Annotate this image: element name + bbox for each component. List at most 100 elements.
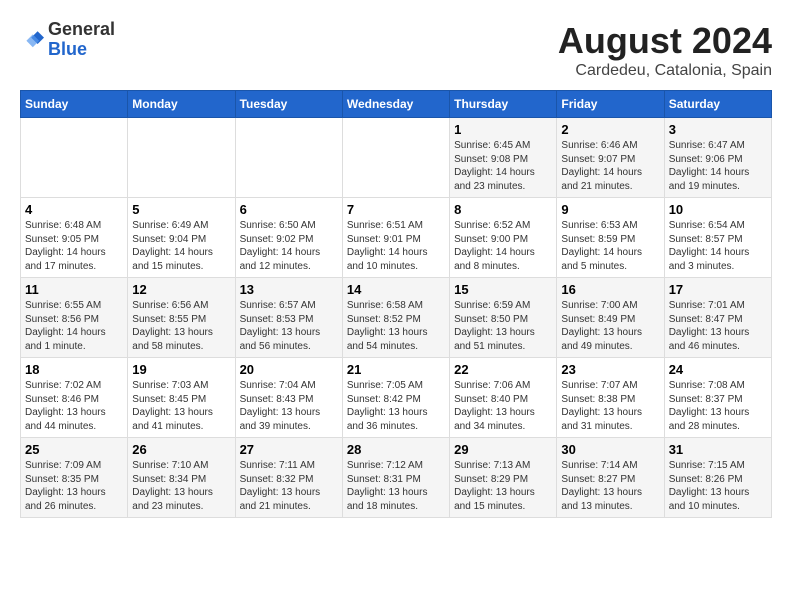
cell-content: Sunrise: 7:01 AM Sunset: 8:47 PM Dayligh… <box>669 299 767 353</box>
cell-content: Sunrise: 6:48 AM Sunset: 9:05 PM Dayligh… <box>25 219 123 273</box>
calendar-cell: 19Sunrise: 7:03 AM Sunset: 8:45 PM Dayli… <box>128 358 235 438</box>
calendar-cell <box>128 118 235 198</box>
calendar-cell <box>21 118 128 198</box>
calendar-table: SundayMondayTuesdayWednesdayThursdayFrid… <box>20 90 772 518</box>
day-number: 4 <box>25 202 123 217</box>
header-day: Saturday <box>664 91 771 118</box>
day-number: 14 <box>347 282 445 297</box>
cell-content: Sunrise: 6:59 AM Sunset: 8:50 PM Dayligh… <box>454 299 552 353</box>
calendar-cell: 15 Sunrise: 6:59 AM Sunset: 8:50 PM Dayli… <box>450 278 557 358</box>
day-number: 6 <box>240 202 338 217</box>
cell-content: Sunrise: 7:07 AM Sunset: 8:38 PM Dayligh… <box>561 379 659 433</box>
day-number: 5 <box>132 202 230 217</box>
header-day: Sunday <box>21 91 128 118</box>
header-day: Thursday <box>450 91 557 118</box>
cell-content: Sunrise: 7:00 AM Sunset: 8:49 PM Dayligh… <box>561 299 659 353</box>
calendar-header: SundayMondayTuesdayWednesdayThursdayFrid… <box>21 91 772 118</box>
cell-content: Sunrise: 6:47 AM Sunset: 9:06 PM Dayligh… <box>669 139 767 193</box>
day-number: 17 <box>669 282 767 297</box>
day-number: 9 <box>561 202 659 217</box>
calendar-cell: 26Sunrise: 7:10 AM Sunset: 8:34 PM Dayli… <box>128 438 235 518</box>
calendar-cell: 13 Sunrise: 6:57 AM Sunset: 8:53 PM Dayli… <box>235 278 342 358</box>
calendar-cell: 8 Sunrise: 6:52 AM Sunset: 9:00 PM Daylig… <box>450 198 557 278</box>
cell-content: Sunrise: 6:57 AM Sunset: 8:53 PM Dayligh… <box>240 299 338 353</box>
calendar-cell: 16 Sunrise: 7:00 AM Sunset: 8:49 PM Dayli… <box>557 278 664 358</box>
cell-content: Sunrise: 7:04 AM Sunset: 8:43 PM Dayligh… <box>240 379 338 433</box>
calendar-cell <box>342 118 449 198</box>
header-day: Wednesday <box>342 91 449 118</box>
calendar-cell: 14Sunrise: 6:58 AM Sunset: 8:52 PM Dayli… <box>342 278 449 358</box>
day-number: 10 <box>669 202 767 217</box>
main-title: August 2024 <box>558 20 772 62</box>
day-number: 2 <box>561 122 659 137</box>
day-number: 23 <box>561 362 659 377</box>
day-number: 25 <box>25 442 123 457</box>
calendar-body: 1Sunrise: 6:45 AM Sunset: 9:08 PM Daylig… <box>21 118 772 518</box>
day-number: 30 <box>561 442 659 457</box>
calendar-cell: 30 Sunrise: 7:14 AM Sunset: 8:27 PM Dayli… <box>557 438 664 518</box>
calendar-cell: 21 Sunrise: 7:05 AM Sunset: 8:42 PM Dayli… <box>342 358 449 438</box>
cell-content: Sunrise: 7:10 AM Sunset: 8:34 PM Dayligh… <box>132 459 230 513</box>
title-area: August 2024 Cardedeu, Catalonia, Spain <box>558 20 772 80</box>
calendar-week-row: 4 Sunrise: 6:48 AM Sunset: 9:05 PM Daylig… <box>21 198 772 278</box>
cell-content: Sunrise: 6:49 AM Sunset: 9:04 PM Dayligh… <box>132 219 230 273</box>
day-number: 24 <box>669 362 767 377</box>
cell-content: Sunrise: 6:46 AM Sunset: 9:07 PM Dayligh… <box>561 139 659 193</box>
day-number: 16 <box>561 282 659 297</box>
cell-content: Sunrise: 7:06 AM Sunset: 8:40 PM Dayligh… <box>454 379 552 433</box>
calendar-week-row: 18Sunrise: 7:02 AM Sunset: 8:46 PM Dayli… <box>21 358 772 438</box>
calendar-cell: 4 Sunrise: 6:48 AM Sunset: 9:05 PM Daylig… <box>21 198 128 278</box>
day-number: 8 <box>454 202 552 217</box>
day-number: 31 <box>669 442 767 457</box>
header-day: Tuesday <box>235 91 342 118</box>
cell-content: Sunrise: 6:51 AM Sunset: 9:01 PM Dayligh… <box>347 219 445 273</box>
header-row: SundayMondayTuesdayWednesdayThursdayFrid… <box>21 91 772 118</box>
cell-content: Sunrise: 7:09 AM Sunset: 8:35 PM Dayligh… <box>25 459 123 513</box>
calendar-cell: 20 Sunrise: 7:04 AM Sunset: 8:43 PM Dayli… <box>235 358 342 438</box>
calendar-week-row: 25 Sunrise: 7:09 AM Sunset: 8:35 PM Dayli… <box>21 438 772 518</box>
day-number: 28 <box>347 442 445 457</box>
day-number: 3 <box>669 122 767 137</box>
calendar-cell: 18Sunrise: 7:02 AM Sunset: 8:46 PM Dayli… <box>21 358 128 438</box>
logo: General Blue <box>20 20 115 60</box>
cell-content: Sunrise: 6:52 AM Sunset: 9:00 PM Dayligh… <box>454 219 552 273</box>
cell-content: Sunrise: 7:03 AM Sunset: 8:45 PM Dayligh… <box>132 379 230 433</box>
calendar-week-row: 11 Sunrise: 6:55 AM Sunset: 8:56 PM Dayli… <box>21 278 772 358</box>
day-number: 21 <box>347 362 445 377</box>
cell-content: Sunrise: 7:05 AM Sunset: 8:42 PM Dayligh… <box>347 379 445 433</box>
day-number: 27 <box>240 442 338 457</box>
calendar-cell: 6 Sunrise: 6:50 AM Sunset: 9:02 PM Daylig… <box>235 198 342 278</box>
calendar-cell: 3 Sunrise: 6:47 AM Sunset: 9:06 PM Daylig… <box>664 118 771 198</box>
cell-content: Sunrise: 6:56 AM Sunset: 8:55 PM Dayligh… <box>132 299 230 353</box>
subtitle: Cardedeu, Catalonia, Spain <box>558 62 772 80</box>
calendar-cell: 9 Sunrise: 6:53 AM Sunset: 8:59 PM Daylig… <box>557 198 664 278</box>
cell-content: Sunrise: 6:54 AM Sunset: 8:57 PM Dayligh… <box>669 219 767 273</box>
cell-content: Sunrise: 6:50 AM Sunset: 9:02 PM Dayligh… <box>240 219 338 273</box>
calendar-cell: 28 Sunrise: 7:12 AM Sunset: 8:31 PM Dayli… <box>342 438 449 518</box>
header-day: Monday <box>128 91 235 118</box>
cell-content: Sunrise: 6:55 AM Sunset: 8:56 PM Dayligh… <box>25 299 123 353</box>
calendar-cell: 5 Sunrise: 6:49 AM Sunset: 9:04 PM Daylig… <box>128 198 235 278</box>
calendar-cell: 17 Sunrise: 7:01 AM Sunset: 8:47 PM Dayli… <box>664 278 771 358</box>
calendar-cell <box>235 118 342 198</box>
calendar-cell: 12Sunrise: 6:56 AM Sunset: 8:55 PM Dayli… <box>128 278 235 358</box>
calendar-cell: 23 Sunrise: 7:07 AM Sunset: 8:38 PM Dayli… <box>557 358 664 438</box>
header-day: Friday <box>557 91 664 118</box>
calendar-week-row: 1Sunrise: 6:45 AM Sunset: 9:08 PM Daylig… <box>21 118 772 198</box>
day-number: 15 <box>454 282 552 297</box>
cell-content: Sunrise: 7:08 AM Sunset: 8:37 PM Dayligh… <box>669 379 767 433</box>
cell-content: Sunrise: 7:14 AM Sunset: 8:27 PM Dayligh… <box>561 459 659 513</box>
cell-content: Sunrise: 7:15 AM Sunset: 8:26 PM Dayligh… <box>669 459 767 513</box>
day-number: 11 <box>25 282 123 297</box>
day-number: 13 <box>240 282 338 297</box>
logo-icon <box>20 28 44 52</box>
calendar-cell: 24 Sunrise: 7:08 AM Sunset: 8:37 PM Dayli… <box>664 358 771 438</box>
calendar-cell: 1Sunrise: 6:45 AM Sunset: 9:08 PM Daylig… <box>450 118 557 198</box>
calendar-cell: 29Sunrise: 7:13 AM Sunset: 8:29 PM Dayli… <box>450 438 557 518</box>
logo-blue: Blue <box>48 40 115 60</box>
cell-content: Sunrise: 7:13 AM Sunset: 8:29 PM Dayligh… <box>454 459 552 513</box>
cell-content: Sunrise: 6:53 AM Sunset: 8:59 PM Dayligh… <box>561 219 659 273</box>
day-number: 20 <box>240 362 338 377</box>
cell-content: Sunrise: 7:12 AM Sunset: 8:31 PM Dayligh… <box>347 459 445 513</box>
calendar-cell: 7Sunrise: 6:51 AM Sunset: 9:01 PM Daylig… <box>342 198 449 278</box>
